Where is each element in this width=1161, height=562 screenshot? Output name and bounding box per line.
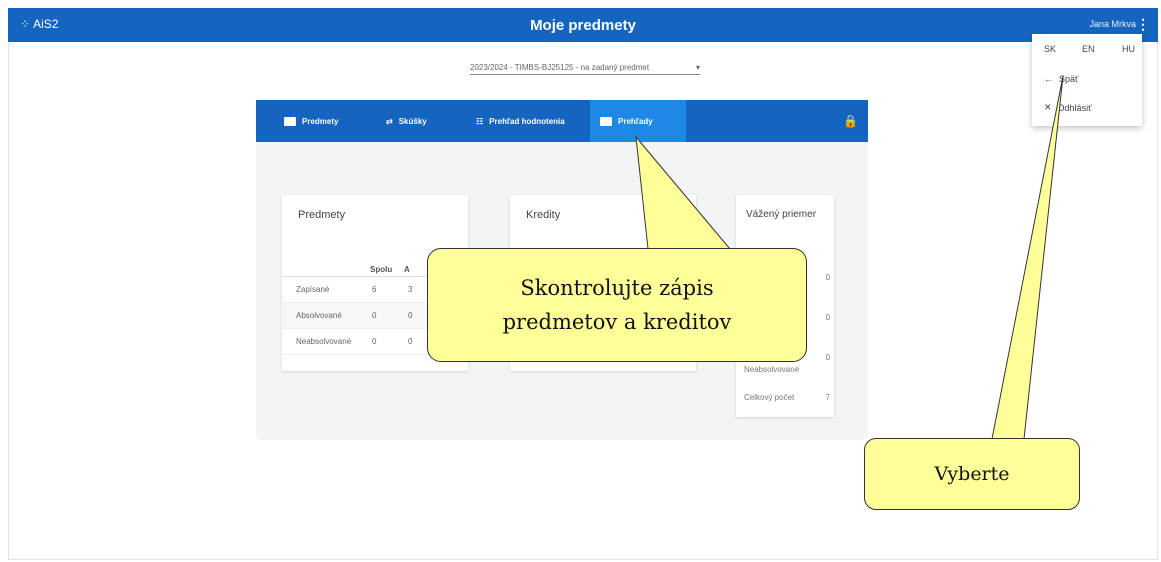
callout-line: Vyberte: [934, 463, 1010, 485]
callout-line: predmetov a kreditov: [502, 310, 732, 334]
callout-1-pointer: [635, 135, 732, 250]
callout-line: Skontrolujte zápis: [520, 276, 714, 300]
callout-check-enrollment: Skontrolujte zápis predmetov a kreditov: [427, 248, 807, 362]
callout-2-pointer: [991, 75, 1064, 440]
callout-select: Vyberte: [864, 438, 1080, 510]
